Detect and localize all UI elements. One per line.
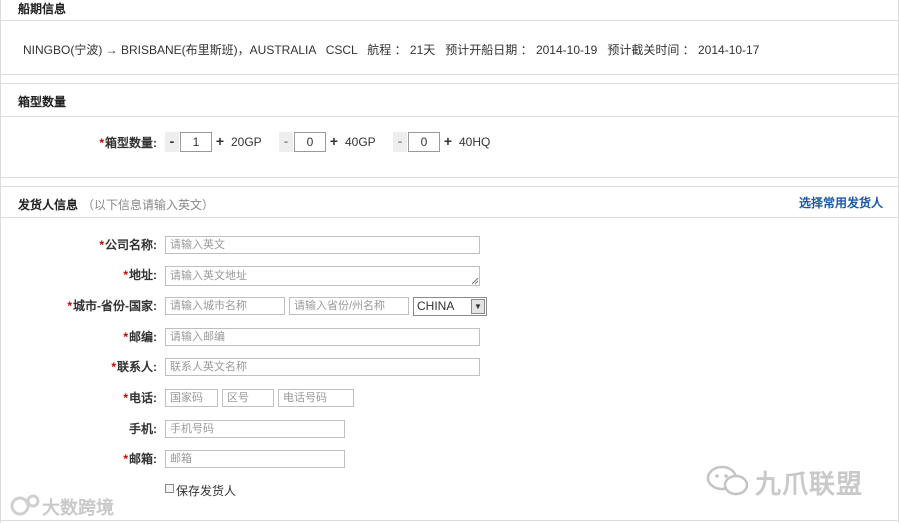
contact-input[interactable] (165, 358, 480, 376)
increment-button[interactable]: + (441, 132, 455, 152)
dropdown-arrow-icon[interactable]: ▼ (471, 299, 485, 314)
watermark-left: 大数跨境 (42, 498, 114, 518)
quantity-input[interactable]: 0 (294, 132, 326, 152)
contact-label: *联系人: (111, 360, 157, 374)
decrement-button[interactable]: - (165, 132, 179, 152)
company-name-label: *公司名称: (99, 238, 157, 252)
phone-area-code-input[interactable] (222, 389, 274, 407)
phone-number-input[interactable] (278, 389, 354, 407)
country-select[interactable]: CHINA ▼ (413, 297, 487, 316)
watermark-logo-icon (10, 494, 40, 516)
company-name-input[interactable] (165, 236, 480, 254)
save-shipper-label: 保存发货人 (176, 484, 237, 498)
container-type-label: 40HQ (459, 135, 491, 149)
quantity-input[interactable]: 1 (180, 132, 212, 152)
postcode-label: *邮编: (123, 330, 157, 344)
city-input[interactable] (165, 297, 285, 315)
save-shipper-checkbox[interactable] (165, 484, 174, 493)
postcode-input[interactable] (165, 328, 480, 346)
mobile-input[interactable] (165, 420, 345, 438)
address-label: *地址: (123, 268, 157, 282)
phone-label: *电话: (123, 391, 157, 405)
email-label: *邮箱: (123, 452, 157, 466)
address-textarea[interactable] (165, 266, 480, 286)
route-info: NINGBO(宁波) → BRISBANE(布里斯班)，AUSTRALIA CS… (23, 43, 760, 57)
shipper-section-title: 发货人信息 （以下信息请输入英文） (18, 198, 215, 212)
select-common-shipper-link[interactable]: 选择常用发货人 (799, 194, 883, 211)
increment-button[interactable]: + (213, 132, 227, 152)
divider (0, 83, 899, 84)
quantity-input[interactable]: 0 (408, 132, 440, 152)
shipper-section-subtitle: （以下信息请输入英文） (82, 198, 215, 212)
watermark-right: 九爪联盟 (755, 469, 864, 499)
container-type-label: 20GP (231, 135, 262, 149)
container-section-title: 箱型数量 (18, 95, 67, 109)
divider (0, 177, 899, 178)
city-province-country-label: *城市-省份-国家: (67, 299, 157, 313)
divider (0, 74, 899, 75)
resize-handle-icon[interactable] (472, 278, 479, 285)
container-qty-label: *箱型数量: (99, 136, 157, 150)
divider (0, 20, 899, 21)
province-input[interactable] (289, 297, 409, 315)
decrement-button[interactable]: - (279, 132, 293, 152)
divider (0, 186, 899, 187)
container-type-label: 40GP (345, 135, 376, 149)
mobile-label: 手机: (129, 422, 157, 436)
country-selected-value: CHINA (417, 299, 455, 313)
divider (0, 217, 899, 218)
wechat-icon (706, 465, 749, 496)
divider (0, 116, 899, 117)
left-border (0, 0, 1, 523)
divider (0, 520, 899, 521)
decrement-button[interactable]: - (393, 132, 407, 152)
schedule-section-title: 船期信息 (18, 2, 67, 16)
phone-country-code-input[interactable] (165, 389, 218, 407)
email-input[interactable] (165, 450, 345, 468)
increment-button[interactable]: + (327, 132, 341, 152)
